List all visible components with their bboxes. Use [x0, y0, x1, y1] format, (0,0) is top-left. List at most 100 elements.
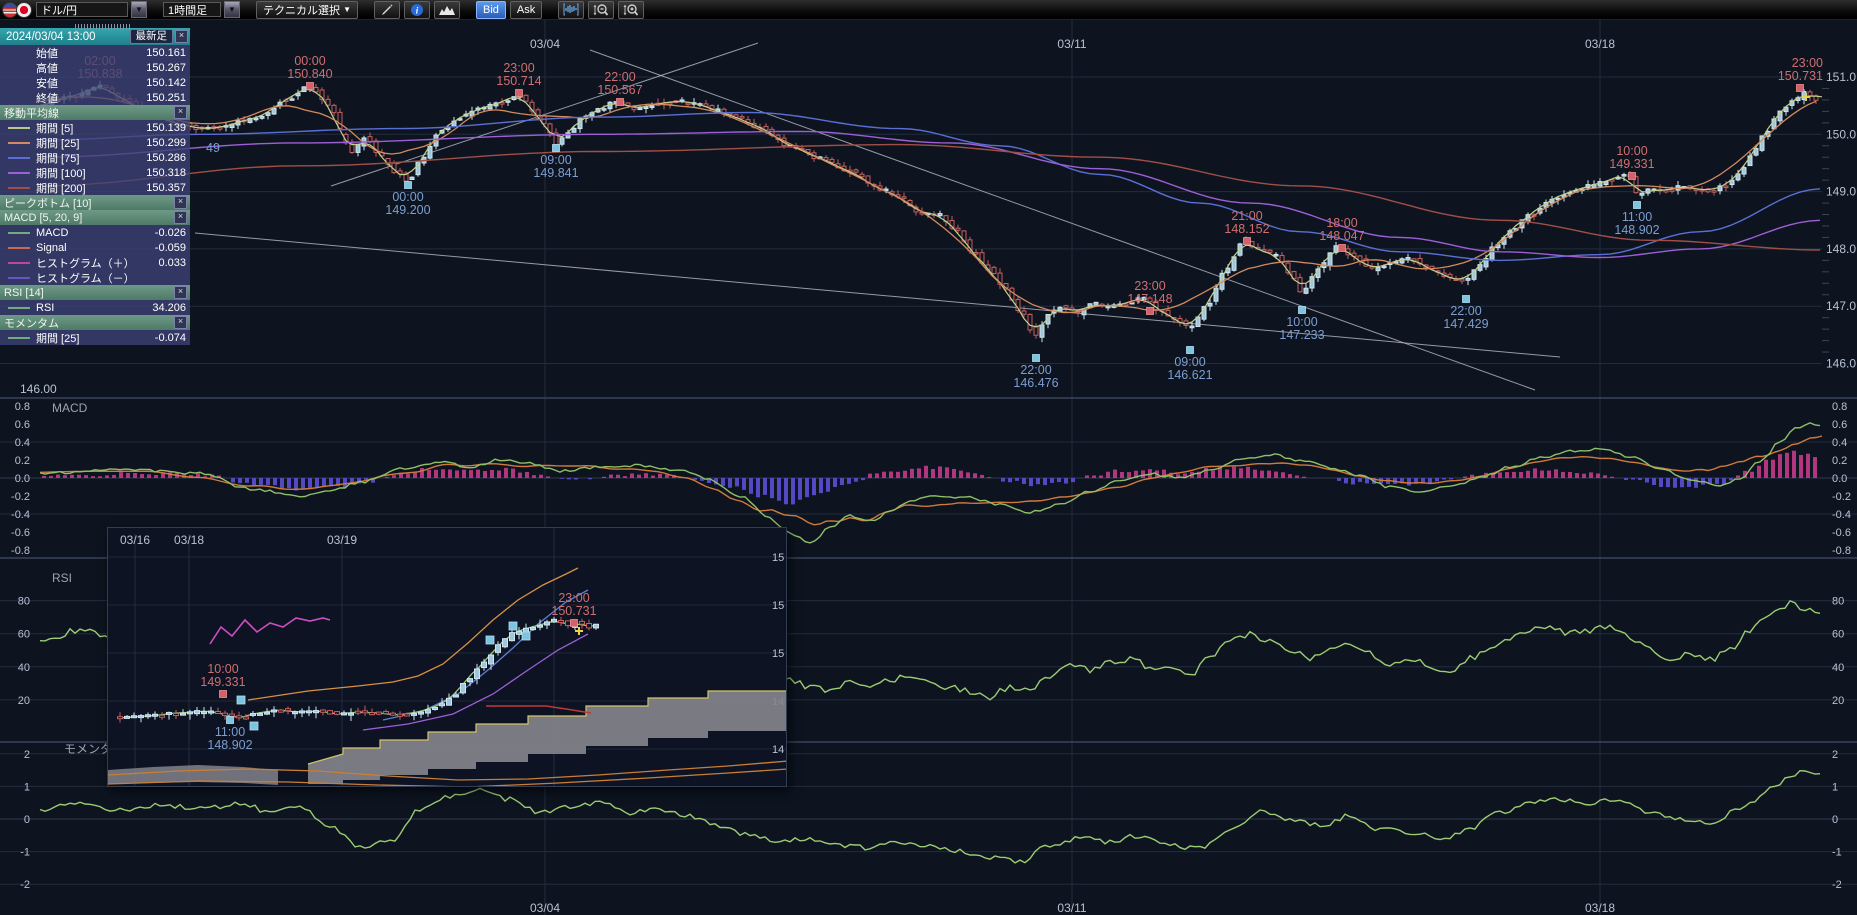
svg-text:148.152: 148.152: [1224, 222, 1269, 236]
panel-row: 期間 [100]150.318: [0, 165, 190, 180]
svg-text:149.331: 149.331: [1609, 157, 1654, 171]
svg-text:0.8: 0.8: [15, 401, 30, 413]
zoom-inset-window[interactable]: 03/1603/1803/19151515141410:00149.33111:…: [107, 527, 787, 787]
svg-text:80: 80: [18, 596, 30, 608]
svg-text:-1: -1: [20, 847, 30, 859]
legend-swatch: [8, 172, 30, 174]
svg-text:10:00: 10:00: [207, 662, 238, 676]
svg-text:00:00: 00:00: [392, 190, 423, 204]
svg-text:09:00: 09:00: [1174, 355, 1205, 369]
svg-text:149.0: 149.0: [1826, 185, 1856, 199]
section-label: RSI [14]: [4, 287, 174, 299]
svg-text:40: 40: [1832, 662, 1844, 674]
row-label: 始値: [36, 45, 146, 61]
section-close-button[interactable]: ×: [174, 196, 187, 209]
svg-text:14: 14: [772, 744, 784, 756]
wave-display-button[interactable]: [558, 1, 584, 19]
svg-text:11:00: 11:00: [1622, 210, 1652, 224]
row-label: RSI: [36, 302, 152, 314]
section-close-button[interactable]: ×: [174, 316, 187, 329]
timeframe-label: 1時間足: [168, 2, 207, 18]
row-value: -0.026: [155, 227, 186, 239]
technical-select-button[interactable]: テクニカル選択 ▼: [256, 1, 358, 19]
legend-swatch: [8, 187, 30, 189]
panel-row: 期間 [25]150.299: [0, 135, 190, 150]
row-label: 期間 [200]: [36, 180, 146, 196]
section-close-button[interactable]: ×: [174, 211, 187, 224]
panel-row: 安値150.142: [0, 75, 190, 90]
currency-pair-select[interactable]: ドル/円: [36, 2, 128, 17]
draw-tool-button[interactable]: [374, 1, 400, 19]
panel-row: Signal-0.059: [0, 240, 190, 255]
svg-text:150.840: 150.840: [287, 67, 332, 81]
svg-text:148.047: 148.047: [1319, 229, 1364, 243]
svg-text:22:00: 22:00: [1450, 304, 1481, 318]
bid-button[interactable]: Bid: [476, 1, 506, 19]
svg-text:149.841: 149.841: [533, 166, 578, 180]
row-label: 高値: [36, 60, 146, 76]
svg-text:03/04: 03/04: [530, 37, 560, 51]
svg-text:03/19: 03/19: [327, 533, 357, 547]
pencil-icon: [380, 3, 394, 17]
section-close-button[interactable]: ×: [174, 106, 187, 119]
row-label: 終値: [36, 90, 146, 106]
row-value: 0.033: [158, 257, 186, 269]
legend-swatch: [8, 67, 30, 69]
row-value: 150.318: [146, 167, 186, 179]
row-value: -0.074: [155, 332, 186, 344]
svg-text:-1: -1: [1832, 847, 1842, 859]
row-value: -0.059: [155, 242, 186, 254]
timeframe-dropdown-arrow[interactable]: ▼: [224, 1, 240, 18]
svg-text:23:00: 23:00: [1792, 56, 1823, 70]
section-label: 移動平均線: [4, 105, 174, 121]
svg-text:10:00: 10:00: [1616, 144, 1647, 158]
toolbar: ドル/円 ▼ 1時間足 ▼ テクニカル選択 ▼ i Bid Ask: [0, 0, 1857, 20]
mountain-chart-button[interactable]: [434, 1, 460, 19]
panel-row: ヒストグラム（－）: [0, 270, 190, 285]
panel-close-button[interactable]: ×: [175, 30, 188, 43]
ask-button[interactable]: Ask: [510, 1, 542, 19]
svg-text:0.6: 0.6: [15, 419, 30, 431]
row-value: 150.357: [146, 182, 186, 194]
row-value: 34.206: [152, 302, 186, 314]
info-button[interactable]: i: [404, 1, 430, 19]
svg-text:0.4: 0.4: [1832, 437, 1847, 449]
svg-text:147.429: 147.429: [1443, 317, 1488, 331]
panel-drag-handle[interactable]: [75, 24, 131, 30]
moving-averages: [40, 88, 1822, 327]
row-label: Signal: [36, 242, 155, 254]
legend-swatch: [8, 127, 30, 129]
svg-text:18:00: 18:00: [1326, 216, 1357, 230]
currency-pair-dropdown-arrow[interactable]: ▼: [131, 1, 147, 18]
svg-text:150.731: 150.731: [551, 604, 596, 618]
svg-text:-0.2: -0.2: [11, 491, 30, 503]
zoom-in-button[interactable]: [618, 1, 644, 19]
svg-text:0: 0: [1832, 814, 1838, 826]
svg-text:23:00: 23:00: [1134, 279, 1165, 293]
legend-swatch: [8, 157, 30, 159]
latest-candle-button[interactable]: 最新足: [130, 29, 174, 44]
panel-row: 期間 [5]150.139: [0, 120, 190, 135]
svg-text:146.476: 146.476: [1013, 376, 1058, 390]
svg-text:0.2: 0.2: [15, 455, 30, 467]
panel-row: 終値150.251: [0, 90, 190, 105]
legend-swatch: [8, 97, 30, 99]
svg-text:-0.4: -0.4: [1832, 509, 1851, 521]
zoom-out-button[interactable]: [588, 1, 614, 19]
svg-text:2: 2: [24, 749, 30, 761]
row-value: 150.142: [146, 77, 186, 89]
timeframe-select[interactable]: 1時間足: [163, 2, 221, 17]
row-label: 期間 [25]: [36, 135, 146, 151]
section-close-button[interactable]: ×: [174, 286, 187, 299]
svg-text:23:00: 23:00: [503, 61, 534, 75]
svg-text:MACD: MACD: [52, 401, 88, 415]
svg-text:15: 15: [772, 648, 784, 660]
svg-text:148.902: 148.902: [207, 738, 252, 752]
quote-panel-header: 2024/03/04 13:00 最新足 ×: [0, 28, 190, 45]
macd-pane: [40, 423, 1822, 543]
svg-text:146.0: 146.0: [1826, 357, 1856, 371]
svg-text:09:00: 09:00: [540, 153, 571, 167]
quote-panel: 2024/03/04 13:00 最新足 × 始値150.161高値150.26…: [0, 28, 190, 345]
waveform-icon: [563, 3, 579, 16]
section-label: モメンタム: [4, 315, 174, 331]
